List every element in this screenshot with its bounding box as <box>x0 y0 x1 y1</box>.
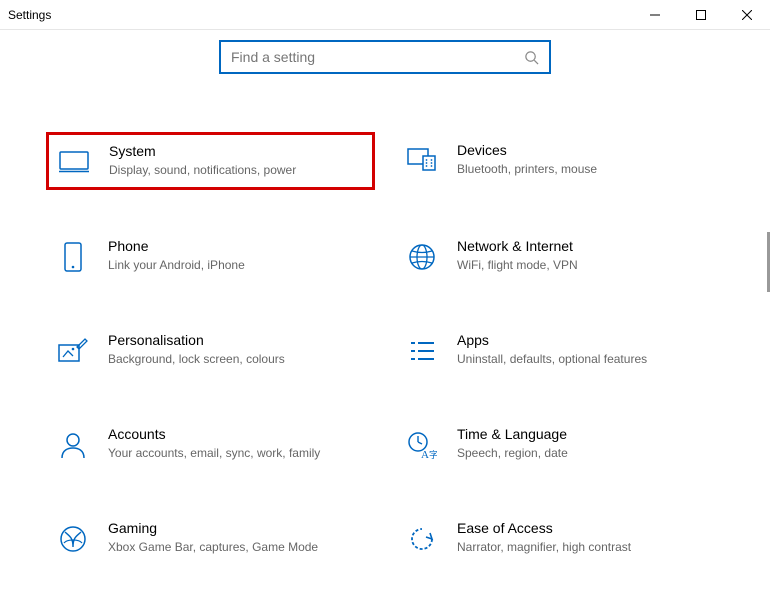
ease-of-access-icon <box>405 522 439 556</box>
tile-system[interactable]: System Display, sound, notifications, po… <box>46 132 375 190</box>
tile-title: System <box>109 143 296 159</box>
window-title: Settings <box>8 8 51 22</box>
tile-desc: Link your Android, iPhone <box>108 257 245 273</box>
tile-desc: WiFi, flight mode, VPN <box>457 257 578 273</box>
apps-icon <box>405 334 439 368</box>
window-controls <box>632 0 770 30</box>
tile-time-language[interactable]: A字 Time & Language Speech, region, date <box>395 416 724 472</box>
search-input[interactable] <box>231 42 524 72</box>
tile-title: Devices <box>457 142 597 158</box>
tile-title: Gaming <box>108 520 318 536</box>
tile-devices[interactable]: Devices Bluetooth, printers, mouse <box>395 132 724 190</box>
tile-desc: Your accounts, email, sync, work, family <box>108 445 320 461</box>
tile-network[interactable]: Network & Internet WiFi, flight mode, VP… <box>395 228 724 284</box>
search-icon <box>524 50 539 65</box>
search-box[interactable] <box>219 40 551 74</box>
tile-accounts[interactable]: Accounts Your accounts, email, sync, wor… <box>46 416 375 472</box>
close-icon <box>742 10 752 20</box>
phone-icon <box>56 240 90 274</box>
tile-title: Personalisation <box>108 332 285 348</box>
tile-personalisation[interactable]: Personalisation Background, lock screen,… <box>46 322 375 378</box>
maximize-button[interactable] <box>678 0 724 30</box>
maximize-icon <box>696 10 706 20</box>
gaming-icon <box>56 522 90 556</box>
svg-text:A: A <box>421 449 429 459</box>
search-container <box>0 30 770 92</box>
tile-phone[interactable]: Phone Link your Android, iPhone <box>46 228 375 284</box>
tile-title: Network & Internet <box>457 238 578 254</box>
system-icon <box>57 145 91 179</box>
minimize-button[interactable] <box>632 0 678 30</box>
devices-icon <box>405 144 439 178</box>
globe-icon <box>405 240 439 274</box>
svg-text:字: 字 <box>429 449 437 459</box>
minimize-icon <box>650 10 660 20</box>
tile-desc: Xbox Game Bar, captures, Game Mode <box>108 539 318 555</box>
tile-desc: Bluetooth, printers, mouse <box>457 161 597 177</box>
tile-desc: Uninstall, defaults, optional features <box>457 351 647 367</box>
titlebar: Settings <box>0 0 770 30</box>
tile-ease-of-access[interactable]: Ease of Access Narrator, magnifier, high… <box>395 510 724 566</box>
tile-title: Accounts <box>108 426 320 442</box>
tile-desc: Background, lock screen, colours <box>108 351 285 367</box>
accounts-icon <box>56 428 90 462</box>
tile-title: Apps <box>457 332 647 348</box>
tile-gaming[interactable]: Gaming Xbox Game Bar, captures, Game Mod… <box>46 510 375 566</box>
tile-title: Ease of Access <box>457 520 631 536</box>
tile-title: Time & Language <box>457 426 568 442</box>
paint-icon <box>56 334 90 368</box>
tile-desc: Display, sound, notifications, power <box>109 162 296 178</box>
tile-desc: Speech, region, date <box>457 445 568 461</box>
tile-title: Phone <box>108 238 245 254</box>
tile-desc: Narrator, magnifier, high contrast <box>457 539 631 555</box>
time-language-icon: A字 <box>405 428 439 462</box>
settings-grid: System Display, sound, notifications, po… <box>0 132 770 566</box>
tile-apps[interactable]: Apps Uninstall, defaults, optional featu… <box>395 322 724 378</box>
close-button[interactable] <box>724 0 770 30</box>
